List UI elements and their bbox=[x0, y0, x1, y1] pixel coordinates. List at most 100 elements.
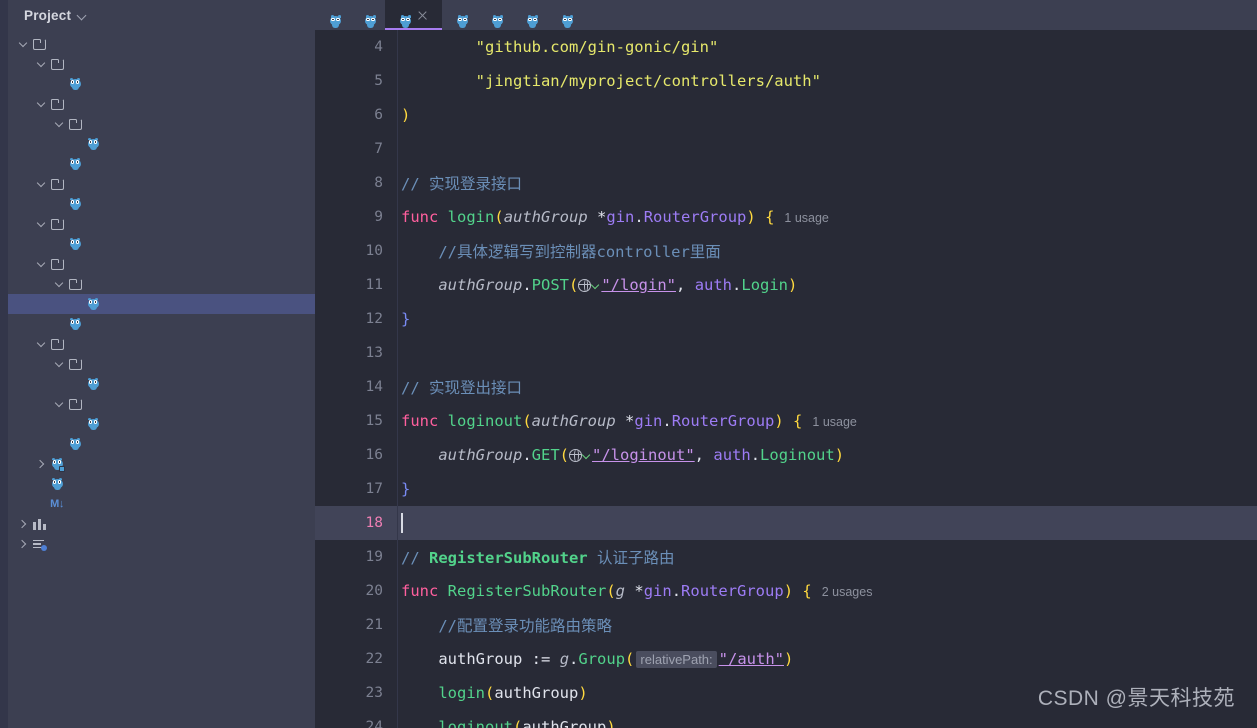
code-line-23[interactable]: 23 login(authGroup) bbox=[315, 676, 1257, 710]
code-line-16[interactable]: 16 authGroup.GET("/loginout", auth.Login… bbox=[315, 438, 1257, 472]
code-line-9[interactable]: 9 func login(authGroup *gin.RouterGroup) … bbox=[315, 200, 1257, 234]
tree-item-icon bbox=[84, 417, 102, 431]
tree-item-config[interactable] bbox=[8, 54, 315, 74]
globe-icon[interactable] bbox=[568, 448, 583, 462]
editor-tab-routergroup-go[interactable] bbox=[442, 0, 477, 30]
editor-tab-controllers-auth-go[interactable] bbox=[512, 0, 547, 30]
code-editor[interactable]: 4 "github.com/gin-gonic/gin" 5 "jingtian/… bbox=[315, 30, 1257, 728]
go-file-icon bbox=[69, 197, 82, 211]
project-panel-header[interactable]: Project bbox=[8, 0, 315, 30]
chevron-down-icon[interactable] bbox=[34, 260, 48, 268]
tree-item-jwtutil[interactable] bbox=[8, 354, 315, 374]
code-line-15[interactable]: 15 func loginout(authGroup *gin.RouterGro… bbox=[315, 404, 1257, 438]
code-line-14[interactable]: 14 // 实现登出接口 bbox=[315, 370, 1257, 404]
code-line-content: // RegisterSubRouter 认证子路由 bbox=[401, 549, 675, 567]
chevron-right-icon[interactable] bbox=[16, 520, 30, 528]
tree-item-logs-go[interactable] bbox=[8, 414, 315, 434]
code-line-19[interactable]: 19 // RegisterSubRouter 认证子路由 bbox=[315, 540, 1257, 574]
code-line-10[interactable]: 10 //具体逻辑写到控制器controller里面 bbox=[315, 234, 1257, 268]
chevron-down-icon[interactable] bbox=[16, 40, 30, 48]
tree-item-go-mod[interactable] bbox=[8, 454, 315, 474]
folder-icon bbox=[50, 338, 64, 350]
code-line-21[interactable]: 21 //配置登录功能路由策略 bbox=[315, 608, 1257, 642]
tree-item-main-go[interactable] bbox=[8, 474, 315, 494]
chevron-down-icon[interactable] bbox=[78, 11, 87, 20]
code-line-24[interactable]: 24 loginout(authGroup) bbox=[315, 710, 1257, 728]
tree-item-auth[interactable] bbox=[8, 114, 315, 134]
tree-item-routers[interactable] bbox=[8, 254, 315, 274]
tree-item-icon: M↓ bbox=[48, 498, 66, 510]
left-tool-rail[interactable] bbox=[0, 0, 8, 728]
editor-tab-routers-auth-go[interactable] bbox=[385, 0, 442, 30]
tree-item-myproject[interactable] bbox=[8, 34, 315, 54]
tree-item-utils-go[interactable] bbox=[8, 434, 315, 454]
code-line-13[interactable]: 13 bbox=[315, 336, 1257, 370]
tree-item-middlewares[interactable] bbox=[8, 174, 315, 194]
tree-item-auth-go[interactable] bbox=[8, 294, 315, 314]
code-line-20[interactable]: 20 func RegisterSubRouter(g *gin.RouterGr… bbox=[315, 574, 1257, 608]
tree-item-models-go[interactable] bbox=[8, 234, 315, 254]
tree-item-logs[interactable] bbox=[8, 394, 315, 414]
tree-item-models[interactable] bbox=[8, 214, 315, 234]
code-line-18[interactable]: 18 bbox=[315, 506, 1257, 540]
chevron-right-icon[interactable] bbox=[34, 460, 48, 468]
editor-tab-main-go[interactable] bbox=[315, 0, 350, 30]
code-line-7[interactable]: 7 bbox=[315, 132, 1257, 166]
editor-tab-routers-go[interactable] bbox=[350, 0, 385, 30]
chevron-down-icon[interactable] bbox=[34, 220, 48, 228]
tree-item-routers-go[interactable] bbox=[8, 314, 315, 334]
chevron-right-icon[interactable] bbox=[16, 540, 30, 548]
code-line-5[interactable]: 5 "jingtian/myproject/controllers/auth" bbox=[315, 64, 1257, 98]
chevron-down-icon[interactable] bbox=[591, 282, 600, 291]
chevron-down-icon[interactable] bbox=[34, 340, 48, 348]
tree-item-icon bbox=[66, 77, 84, 91]
code-line-8[interactable]: 8 // 实现登录接口 bbox=[315, 166, 1257, 200]
go-module-icon bbox=[51, 457, 65, 472]
code-line-12[interactable]: 12} bbox=[315, 302, 1257, 336]
folder-icon bbox=[68, 358, 82, 370]
tree-item-jwtutil-go[interactable] bbox=[8, 374, 315, 394]
code-line-22[interactable]: 22 authGroup := g.Group(relativePath: "/a… bbox=[315, 642, 1257, 676]
tree-item-controllers[interactable] bbox=[8, 94, 315, 114]
tree-item-external-libraries[interactable] bbox=[8, 514, 315, 534]
chevron-down-icon[interactable] bbox=[582, 452, 591, 461]
go-file-icon bbox=[87, 377, 100, 391]
code-line-17[interactable]: 17} bbox=[315, 472, 1257, 506]
tree-item-auth[interactable] bbox=[8, 274, 315, 294]
tree-item-readme-md[interactable]: M↓ bbox=[8, 494, 315, 514]
tree-item-middlewares-go[interactable] bbox=[8, 194, 315, 214]
folder-icon bbox=[50, 178, 64, 190]
tree-item-scratches-and-consoles[interactable] bbox=[8, 534, 315, 554]
chevron-down-icon[interactable] bbox=[52, 360, 66, 368]
tree-item-icon bbox=[66, 317, 84, 331]
code-line-content: //具体逻辑写到控制器controller里面 bbox=[401, 243, 721, 261]
tree-item-icon bbox=[66, 157, 84, 171]
close-icon[interactable] bbox=[417, 10, 428, 21]
tree-item-auth-go[interactable] bbox=[8, 134, 315, 154]
tree-item-controllers-go[interactable] bbox=[8, 154, 315, 174]
globe-icon[interactable] bbox=[577, 278, 592, 292]
code-line-6[interactable]: 6) bbox=[315, 98, 1257, 132]
tree-item-icon bbox=[84, 137, 102, 151]
chevron-down-icon[interactable] bbox=[34, 100, 48, 108]
tree-item-config-go[interactable] bbox=[8, 74, 315, 94]
chevron-down-icon[interactable] bbox=[52, 280, 66, 288]
editor-tab-contro[interactable] bbox=[547, 0, 582, 30]
folder-icon bbox=[68, 118, 82, 130]
editor-tab-gin-go[interactable] bbox=[477, 0, 512, 30]
editor-tab-bar[interactable] bbox=[315, 0, 1257, 30]
project-tree[interactable]: M↓ bbox=[8, 30, 315, 554]
folder-icon bbox=[68, 398, 82, 410]
code-line-4[interactable]: 4 "github.com/gin-gonic/gin" bbox=[315, 30, 1257, 64]
chevron-down-icon[interactable] bbox=[52, 400, 66, 408]
chevron-down-icon[interactable] bbox=[34, 60, 48, 68]
tree-item-icon bbox=[30, 518, 48, 530]
tree-item-icon bbox=[66, 278, 84, 290]
tree-item-utils[interactable] bbox=[8, 334, 315, 354]
folder-icon bbox=[50, 218, 64, 230]
chevron-down-icon[interactable] bbox=[52, 120, 66, 128]
code-line-content: //配置登录功能路由策略 bbox=[401, 617, 612, 635]
chevron-down-icon[interactable] bbox=[34, 180, 48, 188]
code-line-11[interactable]: 11 authGroup.POST("/login", auth.Login) bbox=[315, 268, 1257, 302]
line-number: 6 bbox=[374, 107, 383, 123]
